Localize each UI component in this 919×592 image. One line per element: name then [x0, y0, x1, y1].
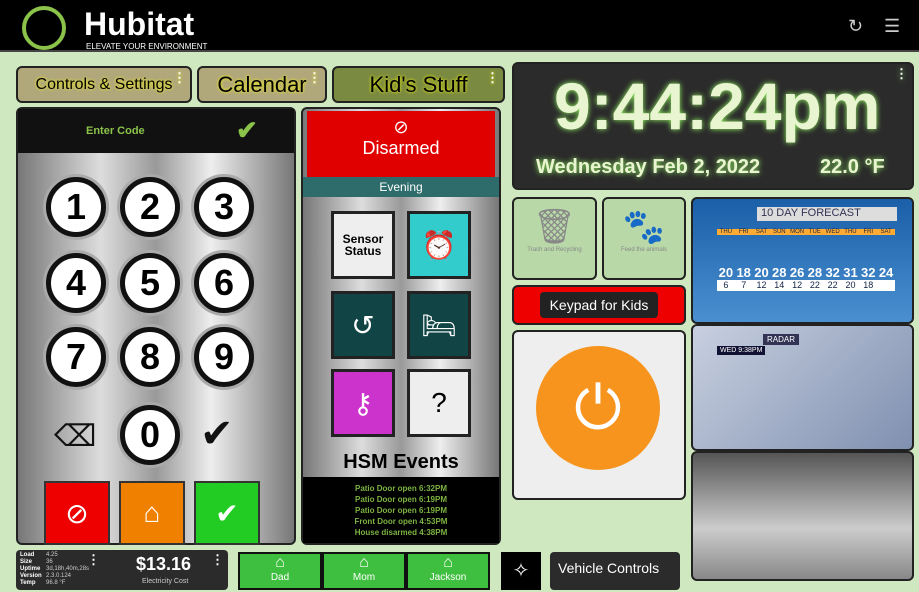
key-9[interactable]: 9 — [194, 327, 254, 387]
key-6[interactable]: 6 — [194, 253, 254, 313]
forecast-title: 10 DAY FORECAST — [757, 207, 897, 221]
forecast-day: FRI 32 18 — [859, 229, 878, 291]
enter-check-icon[interactable]: ✔ — [200, 411, 234, 457]
sensor-status-button[interactable]: Sensor Status — [331, 211, 395, 279]
event-item: Patio Door open 6:32PM — [354, 484, 447, 493]
key-1[interactable]: 1 — [46, 177, 106, 237]
event-item: House disarmed 4:38PM — [354, 528, 448, 537]
hub-info-row: Version 2.3.0.124 — [20, 573, 72, 579]
radar-tile[interactable]: RADAR WED 9:38PM — [691, 324, 914, 451]
presence-dad[interactable]: ⌂ Dad — [238, 552, 322, 590]
home-icon: ⌂ — [275, 554, 285, 571]
key-7[interactable]: 7 — [46, 327, 106, 387]
forecast-day: TUE 28 22 — [805, 229, 824, 291]
hub-info-row: Uptime 3d,18h,40m,28s — [20, 566, 90, 572]
disarmed-icon: ⊘ — [393, 117, 409, 137]
arm-home-button[interactable]: ⌂ — [119, 481, 185, 545]
forecast-day: SAT 20 12 — [752, 229, 771, 291]
controls-settings-tile[interactable]: Controls & Settings ⋮ — [16, 66, 192, 103]
presence-jackson[interactable]: ⌂ Jackson — [406, 552, 490, 590]
feed-animals-tile[interactable]: 🐾 Feed the animals — [602, 197, 686, 280]
hsm-mode: Evening — [303, 177, 499, 197]
electricity-label: Electricity Cost — [142, 578, 189, 585]
refresh-icon[interactable]: ↻ — [848, 16, 863, 37]
key-icon[interactable]: ⚷ — [331, 369, 395, 437]
trash-tile[interactable]: 🗑 Trash and Recycling — [512, 197, 597, 280]
home-icon: ⌂ — [443, 554, 453, 571]
radar-time: WED 9:38PM — [717, 346, 766, 355]
forecast-day: WED 32 22 — [823, 229, 842, 291]
cancel-button[interactable]: ⊘ — [44, 481, 110, 545]
header: Hubitat ELEVATE YOUR ENVIRONMENT ↻ ☰ — [0, 0, 919, 52]
radar-title: RADAR — [763, 334, 800, 345]
clock-tile: 9:44:24pm Wednesday Feb 2, 2022 22.0 °F … — [512, 62, 914, 190]
forecast-day: FRI 18 7 — [734, 229, 753, 291]
forecast-day: SUN 28 14 — [770, 229, 789, 291]
tile-label: Calendar — [217, 71, 307, 97]
forecast-day: MON 26 12 — [788, 229, 806, 291]
keypad-tile: Enter Code ✔ 1 2 3 4 5 6 7 8 9 ⌫ 0 ✔ ⊘ ⌂ … — [16, 107, 296, 545]
bed-icon[interactable]: 🛏 — [407, 291, 471, 359]
sparkle-icon[interactable]: ✧ — [501, 552, 541, 590]
camera-tile[interactable] — [691, 451, 914, 581]
hub-info-row: Load 4.25 — [20, 552, 58, 558]
kids-stuff-tile[interactable]: Kid's Stuff ⋮ — [332, 66, 505, 103]
forecast-day: THU 31 20 — [841, 229, 860, 291]
hub-info-row: Temp 96.8 °F — [20, 580, 66, 586]
key-3[interactable]: 3 — [194, 177, 254, 237]
keypad-kids-tile[interactable]: Keypad for Kids — [512, 285, 686, 325]
key-5[interactable]: 5 — [120, 253, 180, 313]
outlet-tile[interactable]: ⏻ — [512, 330, 686, 500]
presence-mom[interactable]: ⌂ Mom — [322, 552, 406, 590]
forecast-tile[interactable]: 10 DAY FORECAST THU 20 6 FRI 18 7 SAT 20 12 SUN 28… — [691, 197, 914, 324]
tile-label: Kid's Stuff — [369, 71, 468, 97]
forecast-day: THU 20 6 — [717, 229, 735, 291]
menu-icon[interactable]: ☰ — [884, 16, 900, 37]
key-0[interactable]: 0 — [120, 405, 180, 465]
paw-icon: 🐾 — [622, 208, 666, 246]
key-4[interactable]: 4 — [46, 253, 106, 313]
brand-tagline: ELEVATE YOUR ENVIRONMENT — [86, 42, 208, 51]
enter-code-display: Enter Code ✔ — [18, 109, 294, 153]
electricity-value: $13.16 — [136, 554, 192, 574]
hubitat-logo-icon — [22, 6, 66, 50]
event-item: Patio Door open 6:19PM — [354, 506, 447, 515]
plug-icon: ⏻ — [536, 346, 660, 470]
hsm-status[interactable]: ⊘ Disarmed — [307, 111, 495, 177]
clock-date: Wednesday Feb 2, 2022 — [536, 156, 761, 178]
home-icon: ⌂ — [359, 554, 369, 571]
hsm-events-title: HSM Events — [343, 451, 459, 473]
event-item: Patio Door open 6:19PM — [354, 495, 447, 504]
clock-time: 9:44:24pm — [554, 69, 881, 143]
calendar-tile[interactable]: Calendar ⋮ — [197, 66, 327, 103]
backspace-icon[interactable]: ⌫ — [54, 419, 96, 454]
trash-icon: 🗑 — [532, 208, 577, 246]
forecast-day: SAT 24 — [877, 229, 895, 291]
help-icon[interactable]: ? — [407, 369, 471, 437]
tile-label: Controls & Settings — [35, 75, 173, 93]
brand-name: Hubitat — [84, 6, 195, 42]
hsm-tile: ⊘ Disarmed Evening Sensor Status ⏰ ↺ 🛏 ⚷ … — [301, 107, 501, 545]
vehicle-controls-tile[interactable]: Vehicle Controls — [550, 552, 680, 590]
check-icon: ✔ — [236, 115, 258, 145]
key-8[interactable]: 8 — [120, 327, 180, 387]
hsm-events-list: Patio Door open 6:32PM Patio Door open 6… — [303, 477, 499, 543]
alarm-clock-icon[interactable]: ⏰ — [407, 211, 471, 279]
outdoor-temp: 22.0 °F — [820, 156, 885, 178]
history-icon[interactable]: ↺ — [331, 291, 395, 359]
hub-info-tile: Load 4.25 Size 36 Uptime 3d,18h,40m,28s Versio… — [16, 550, 228, 590]
event-item: Front Door open 4:53PM — [354, 517, 448, 526]
hub-info-row: Size 36 — [20, 559, 53, 565]
arm-away-button[interactable]: ✔ — [194, 481, 260, 545]
key-2[interactable]: 2 — [120, 177, 180, 237]
